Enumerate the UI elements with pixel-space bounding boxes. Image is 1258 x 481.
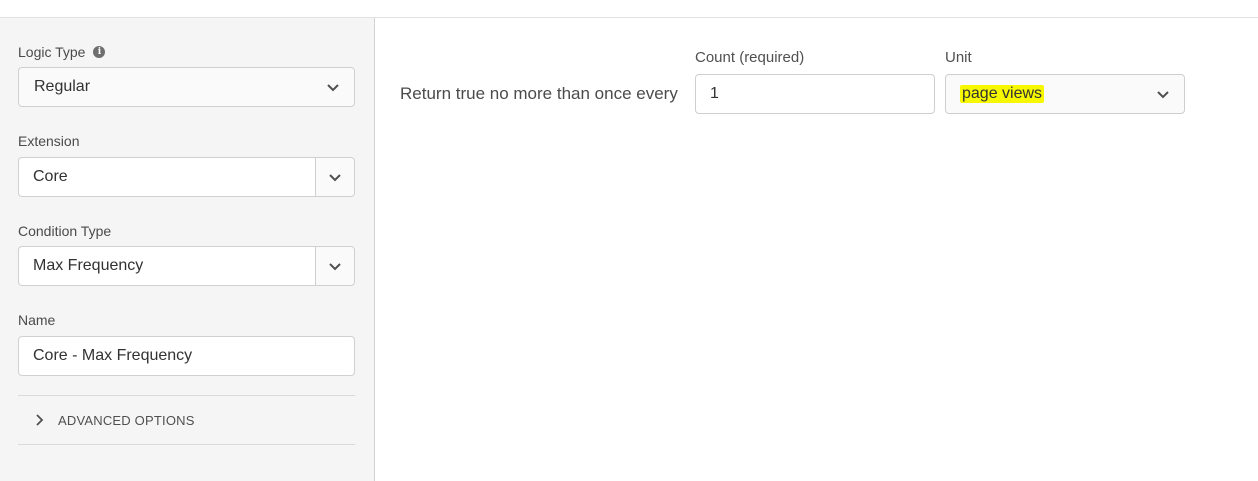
extension-dropdown-button[interactable] — [315, 157, 355, 197]
condition-type-label-text: Condition Type — [18, 223, 112, 239]
count-label: Count (required) — [695, 49, 805, 66]
extension-label: Extension — [18, 133, 79, 149]
advanced-options-label: ADVANCED OPTIONS — [58, 412, 195, 428]
condition-type-value: Max Frequency — [33, 257, 144, 274]
extension-field[interactable]: Core — [18, 157, 315, 197]
return-text: Return true no more than once every — [400, 84, 678, 103]
extension-combobox[interactable]: Core — [18, 157, 355, 197]
condition-type-label: Condition Type — [18, 223, 111, 239]
condition-type-dropdown-button[interactable] — [315, 246, 355, 286]
condition-type-combobox[interactable]: Max Frequency — [18, 246, 355, 286]
chevron-down-icon — [329, 263, 341, 271]
extension-value: Core — [33, 168, 68, 185]
unit-dropdown[interactable]: page views — [945, 74, 1185, 114]
count-input[interactable]: 1 — [695, 74, 935, 114]
logic-type-label: Logic Type i — [18, 44, 106, 60]
chevron-down-icon — [329, 174, 341, 182]
advanced-options-toggle[interactable]: ADVANCED OPTIONS — [34, 410, 195, 430]
extension-label-text: Extension — [18, 133, 80, 149]
name-value: Core - Max Frequency — [33, 347, 193, 364]
info-icon[interactable]: i — [93, 46, 106, 58]
name-input[interactable]: Core - Max Frequency — [18, 336, 355, 376]
chevron-right-icon — [36, 414, 44, 426]
logic-type-dropdown[interactable]: Regular — [18, 67, 355, 107]
unit-value: page views — [960, 85, 1045, 103]
name-label-text: Name — [18, 312, 56, 328]
count-value: 1 — [710, 85, 719, 102]
logic-type-label-text: Logic Type — [18, 44, 86, 60]
chevron-down-icon — [327, 84, 339, 92]
name-label: Name — [18, 312, 55, 328]
chevron-down-icon — [1157, 91, 1169, 99]
top-bar — [0, 0, 1258, 18]
divider-top — [18, 395, 355, 396]
condition-type-field[interactable]: Max Frequency — [18, 246, 315, 286]
unit-label: Unit — [945, 49, 972, 66]
logic-type-value: Regular — [34, 78, 91, 95]
divider-bottom — [18, 444, 355, 445]
